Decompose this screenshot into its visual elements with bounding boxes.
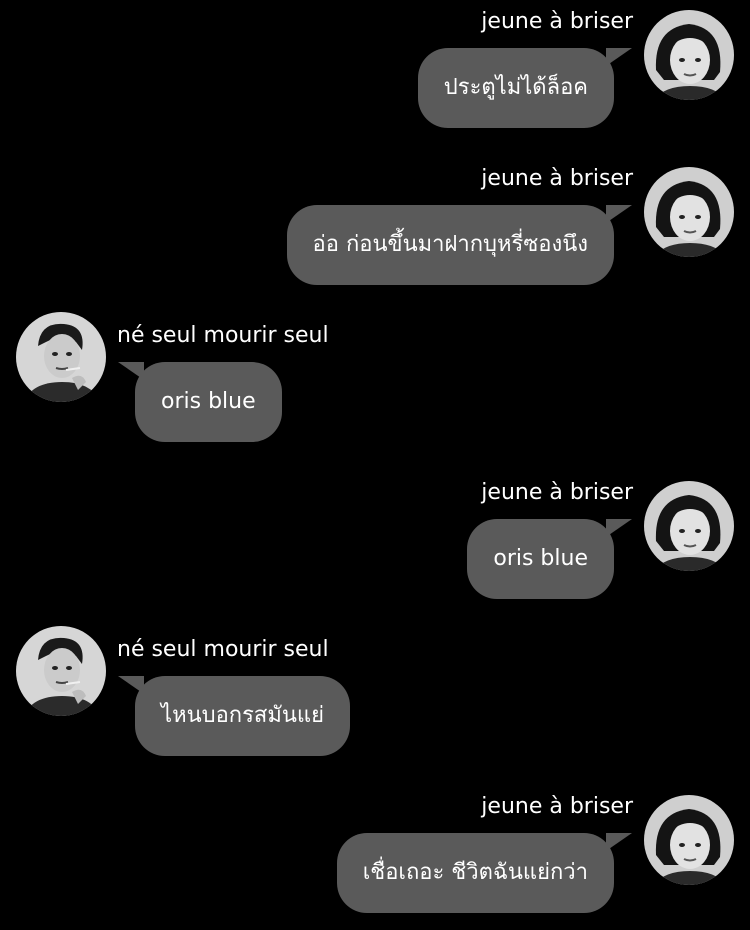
message-bubble[interactable]: อ่อ ก่อนขึ้นมาฝากบุหรี่ซองนึง [286,205,614,285]
sender-name: né seul mourir seul [117,637,329,662]
woman-portrait-icon [644,795,734,885]
chat-message-outgoing: jeune à briser อ่อ ก่อนขึ้นมาฝากบุหรี่ซอ… [0,157,750,285]
chat-message-incoming: né seul mourir seul ไหนบอกรสมันแย่ [0,614,750,756]
man-smoking-portrait-icon [16,626,106,716]
avatar-jeune-a-briser[interactable] [644,10,734,100]
message-bubble[interactable]: oris blue [135,362,282,442]
chat-message-outgoing: jeune à briser oris blue [0,471,750,599]
man-smoking-portrait-icon [16,312,106,402]
avatar-jeune-a-briser[interactable] [644,481,734,571]
sender-name: jeune à briser [481,166,633,191]
sender-name: jeune à briser [481,9,633,34]
woman-portrait-icon [644,167,734,257]
sender-name: jeune à briser [481,794,633,819]
avatar-jeune-a-briser[interactable] [644,795,734,885]
chat-message-incoming: né seul mourir seul oris blue [0,300,750,442]
message-bubble[interactable]: ไหนบอกรสมันแย่ [135,676,350,756]
message-bubble[interactable]: เชื่อเถอะ ชีวิตฉันแย่กว่า [336,833,614,913]
chat-message-outgoing: jeune à briser เชื่อเถอะ ชีวิตฉันแย่กว่า [0,785,750,913]
sender-name: né seul mourir seul [117,323,329,348]
avatar-ne-seul-mourir-seul[interactable] [16,626,106,716]
woman-portrait-icon [644,10,734,100]
chat-message-outgoing: jeune à briser ประตูไม่ได้ล็อค [0,0,750,128]
message-bubble[interactable]: ประตูไม่ได้ล็อค [417,48,614,128]
woman-portrait-icon [644,481,734,571]
avatar-jeune-a-briser[interactable] [644,167,734,257]
sender-name: jeune à briser [481,480,633,505]
avatar-ne-seul-mourir-seul[interactable] [16,312,106,402]
message-bubble[interactable]: oris blue [467,519,614,599]
